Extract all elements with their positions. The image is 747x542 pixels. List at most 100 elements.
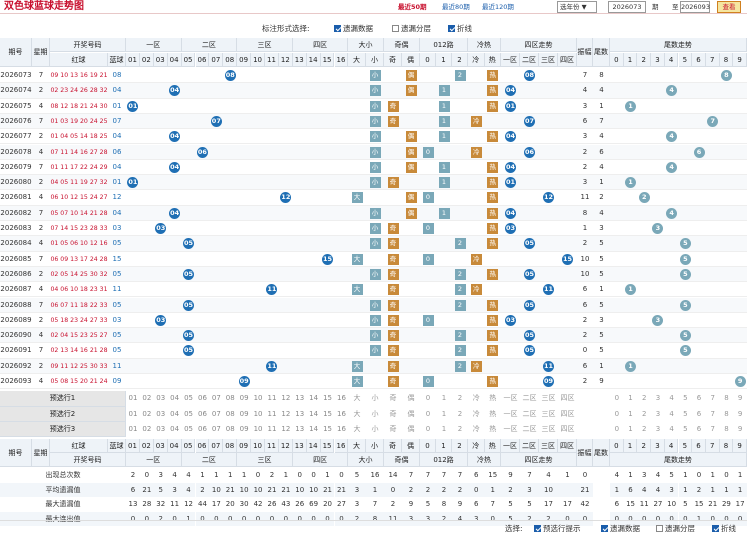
preselect-cell[interactable]: 一区 [501,422,520,437]
preselect-cell[interactable]: 05 [182,407,196,422]
preselect-cell[interactable]: 奇 [384,391,402,406]
preselect-cell[interactable]: 3 [651,422,665,437]
from-period-input[interactable]: 2026073 [608,1,646,13]
preselect-cell[interactable]: 12 [279,391,293,406]
preselect-cell[interactable]: 7 [706,407,720,422]
year-select[interactable]: 选年份 ▼ [557,1,597,13]
preselect-cell[interactable]: 13 [293,422,307,437]
preselect-cell[interactable]: 3 [651,391,665,406]
preselect-cell[interactable]: 四区 [558,422,577,437]
preselect-cell[interactable]: 05 [182,391,196,406]
preselect-cell[interactable]: 12 [279,407,293,422]
preselect-cell[interactable]: 11 [265,422,279,437]
preselect-cell[interactable]: 06 [196,407,210,422]
preselect-cell[interactable]: 5 [679,407,693,422]
preselect-cell[interactable]: 09 [237,391,251,406]
preselect-cell[interactable]: 三区 [539,407,558,422]
preselect-cell[interactable]: 0 [610,422,624,437]
preselect-cell[interactable]: 09 [237,407,251,422]
option-miss-layer[interactable]: 遗漏分层 [392,22,431,36]
preselect-cell[interactable]: 16 [335,407,349,422]
preselect-cell[interactable]: 9 [733,391,747,406]
preselect-cell[interactable]: 01 [126,422,140,437]
preselect-cell[interactable]: 热 [485,391,502,406]
preselect-cell[interactable]: 一区 [501,407,520,422]
option-polyline[interactable]: 折线 [448,22,472,36]
preselect-cell[interactable]: 8 [720,391,734,406]
preselect-cell[interactable]: 三区 [539,391,558,406]
preselect-cell[interactable]: 5 [679,391,693,406]
preselect-cell[interactable]: 二区 [520,407,539,422]
preselect-cell[interactable]: 奇 [384,407,402,422]
preselect-cell[interactable]: 大 [348,407,366,422]
checkbox-icon[interactable] [448,25,455,32]
preselect-cell[interactable]: 02 [140,391,154,406]
preselect-cell[interactable]: 15 [321,391,335,406]
preselect-cell[interactable]: 02 [140,422,154,437]
checkbox-icon[interactable] [392,25,399,32]
preselect-cell[interactable]: 06 [196,391,210,406]
bottom-option-miss-data[interactable]: 遗漏数据 [601,522,640,536]
recent-80-link[interactable]: 最近80期 [442,0,470,14]
preselect-cell[interactable]: 热 [485,422,502,437]
preselect-cell[interactable]: 二区 [520,422,539,437]
checkbox-icon[interactable] [712,525,719,532]
preselect-cell[interactable]: 07 [209,407,223,422]
preselect-cell[interactable]: 16 [335,391,349,406]
preselect-cell[interactable]: 偶 [402,422,420,437]
preselect-cell[interactable]: 10 [251,391,265,406]
preselect-cell[interactable]: 2 [452,407,468,422]
preselect-cell[interactable]: 2 [637,391,651,406]
preselect-cell[interactable]: 1 [436,391,452,406]
preselect-cell[interactable]: 14 [307,422,321,437]
preselect-cell[interactable]: 3 [651,407,665,422]
checkbox-icon[interactable] [656,525,663,532]
preselect-cell[interactable]: 2 [452,422,468,437]
preselect-cell[interactable]: 冷 [468,407,485,422]
preselect-cell[interactable]: 1 [624,407,638,422]
preselect-cell[interactable]: 偶 [402,407,420,422]
preselect-cell[interactable]: 6 [692,407,706,422]
preselect-cell[interactable]: 07 [209,422,223,437]
checkbox-icon[interactable] [334,25,341,32]
preselect-cell[interactable]: 小 [366,407,384,422]
preselect-cell[interactable]: 大 [348,422,366,437]
option-miss-data[interactable]: 遗漏数据 [334,22,373,36]
preselect-cell[interactable]: 2 [637,422,651,437]
preselect-cell[interactable]: 02 [140,407,154,422]
preselect-cell[interactable]: 01 [126,407,140,422]
preselect-cell[interactable]: 04 [168,391,182,406]
preselect-cell[interactable]: 12 [279,422,293,437]
preselect-cell[interactable]: 07 [209,391,223,406]
preselect-cell[interactable]: 热 [485,407,502,422]
preselect-cell[interactable]: 08 [223,422,237,437]
preselect-cell[interactable]: 偶 [402,391,420,406]
preselect-cell[interactable]: 5 [679,422,693,437]
recent-50-link[interactable]: 最近50期 [398,0,427,14]
preselect-cell[interactable]: 15 [321,407,335,422]
preselect-cell[interactable]: 9 [733,407,747,422]
preselect-cell[interactable]: 11 [265,407,279,422]
checkbox-icon[interactable] [601,525,608,532]
preselect-cell[interactable]: 冷 [468,422,485,437]
preselect-cell[interactable]: 四区 [558,407,577,422]
preselect-cell[interactable]: 7 [706,391,720,406]
preselect-cell[interactable]: 4 [665,407,679,422]
preselect-cell[interactable]: 1 [436,422,452,437]
query-button[interactable]: 查看 [717,1,741,13]
bottom-option-preselect[interactable]: 预选行提示 [534,522,581,536]
preselect-cell[interactable]: 冷 [468,391,485,406]
preselect-cell[interactable]: 小 [366,391,384,406]
preselect-cell[interactable]: 15 [321,422,335,437]
checkbox-icon[interactable] [534,525,541,532]
bottom-option-miss-layer[interactable]: 遗漏分层 [656,522,695,536]
preselect-cell[interactable]: 03 [154,407,168,422]
preselect-cell[interactable]: 一区 [501,391,520,406]
preselect-cell[interactable]: 0 [610,407,624,422]
to-period-input[interactable]: 2026093 [680,1,710,13]
preselect-cell[interactable]: 10 [251,407,265,422]
preselect-cell[interactable]: 13 [293,391,307,406]
preselect-cell[interactable]: 0 [420,422,436,437]
preselect-cell[interactable]: 0 [420,407,436,422]
preselect-cell[interactable]: 4 [665,422,679,437]
